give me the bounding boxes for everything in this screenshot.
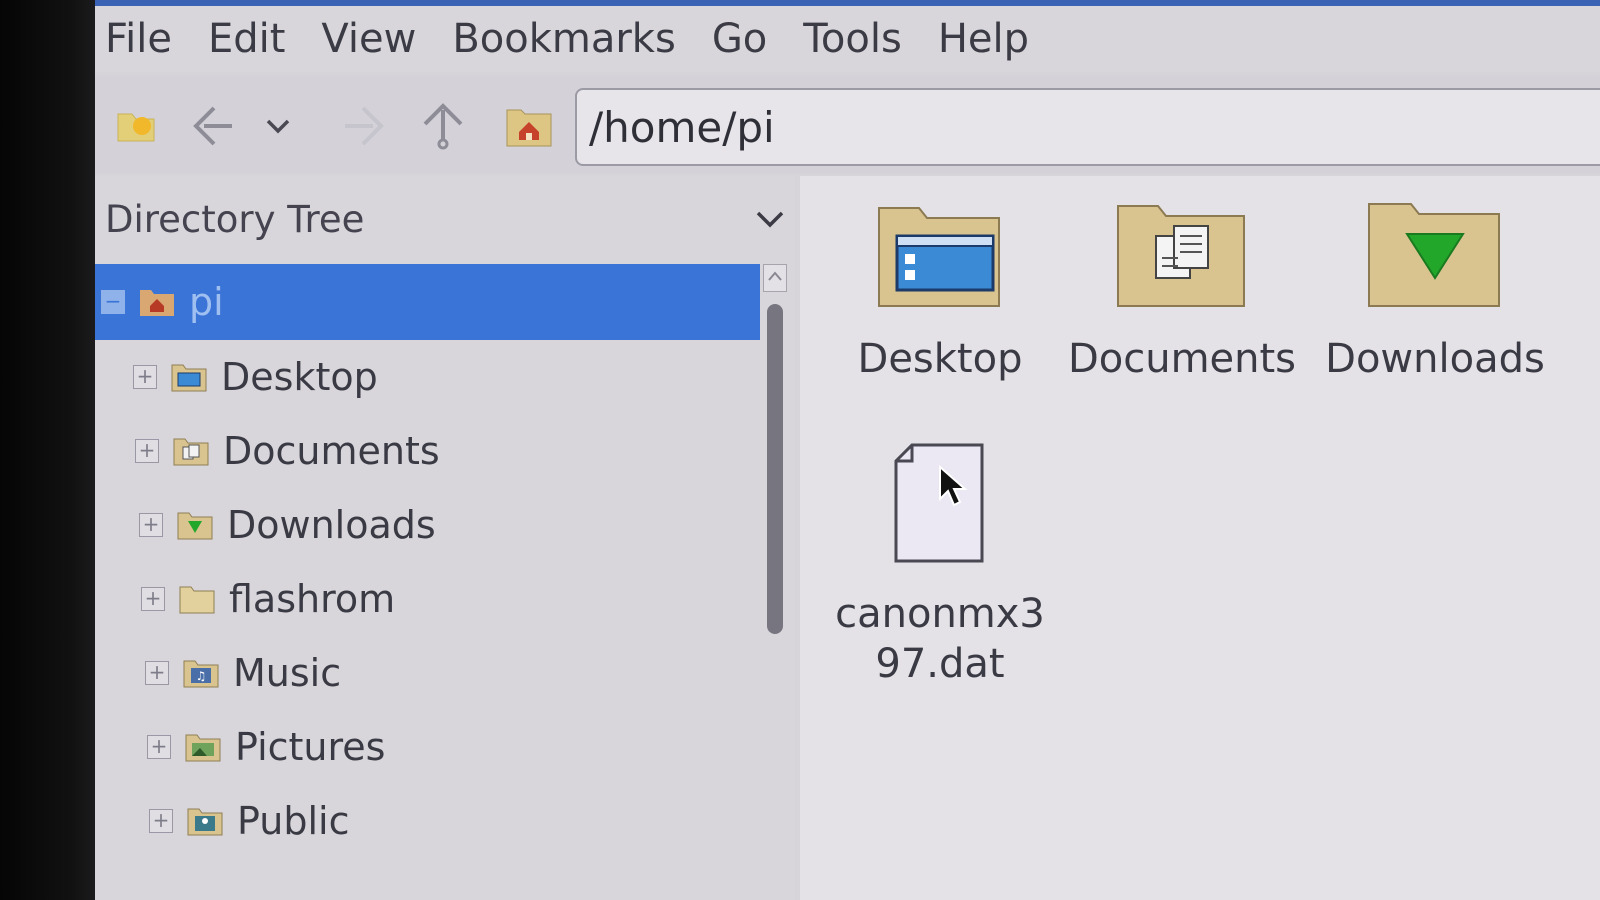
location-bar[interactable] <box>575 88 1600 166</box>
home-icon <box>506 109 552 147</box>
chevron-down-icon <box>266 119 290 134</box>
forward-arrow-icon <box>345 106 384 146</box>
expand-toggle[interactable]: + <box>141 587 165 611</box>
folder-icon <box>179 586 215 614</box>
file-manager-window: File Edit View Bookmarks Go Tools Help /… <box>95 0 1600 900</box>
tree-item-label: pi <box>189 280 224 324</box>
public-folder-icon <box>187 808 223 836</box>
up-button[interactable] <box>417 100 469 152</box>
file-item-label: Downloads <box>1325 336 1545 382</box>
home-folder-icon <box>140 290 174 316</box>
new-tab-button[interactable] <box>110 100 162 152</box>
file-item-label: Desktop <box>857 336 1023 382</box>
tree-item-flashrom[interactable]: + flashrom <box>95 562 760 636</box>
scroll-thumb[interactable] <box>767 304 783 634</box>
music-folder-icon: ♫ <box>183 660 219 688</box>
home-button[interactable] <box>503 100 555 152</box>
menu-go[interactable]: Go <box>694 16 785 62</box>
file-item-documents[interactable]: Documents <box>1062 196 1302 384</box>
expand-toggle[interactable]: + <box>145 661 169 685</box>
documents-folder-icon <box>1117 205 1245 307</box>
toolbar <box>95 76 1600 174</box>
new-folder-icon <box>117 113 155 142</box>
history-dropdown-button[interactable] <box>260 100 296 152</box>
menu-bar: File Edit View Bookmarks Go Tools Help <box>95 6 1600 72</box>
expand-toggle[interactable]: + <box>147 735 171 759</box>
file-item-desktop[interactable]: Desktop <box>820 198 1060 384</box>
menu-edit[interactable]: Edit <box>190 16 303 62</box>
side-pane-title: Directory Tree <box>105 197 365 241</box>
documents-folder-icon <box>173 438 209 466</box>
desktop-folder-icon <box>878 207 1000 307</box>
mouse-pointer-icon <box>939 465 968 507</box>
back-arrow-icon <box>193 106 232 146</box>
forward-button[interactable] <box>335 100 387 152</box>
chevron-down-icon <box>756 211 784 228</box>
up-arrow-icon <box>423 103 463 150</box>
tree-item-documents[interactable]: + Documents <box>95 414 760 488</box>
expand-toggle[interactable]: + <box>133 365 157 389</box>
downloads-folder-icon <box>1368 203 1500 307</box>
collapse-toggle[interactable]: − <box>101 290 125 314</box>
path-input[interactable] <box>577 101 1600 153</box>
expand-toggle[interactable]: + <box>149 809 173 833</box>
menu-view[interactable]: View <box>303 16 434 62</box>
monitor-bezel <box>0 0 100 900</box>
tree-item-label: Desktop <box>221 355 378 399</box>
tree-item-label: Pictures <box>235 725 386 769</box>
svg-text:♫: ♫ <box>196 669 207 683</box>
desktop-folder-icon <box>171 364 207 392</box>
tree-item-music[interactable]: + ♫ Music <box>95 636 760 710</box>
menu-tools[interactable]: Tools <box>785 16 920 62</box>
back-button[interactable] <box>190 100 242 152</box>
side-pane-selector[interactable]: Directory Tree <box>105 176 785 262</box>
directory-tree: − pi + Desktop + Documents + Downloads +… <box>95 264 760 858</box>
menu-file[interactable]: File <box>95 16 190 62</box>
scroll-up-button[interactable] <box>763 264 787 292</box>
tree-item-pictures[interactable]: + Pictures <box>95 710 760 784</box>
chevron-up-icon <box>768 271 782 281</box>
tree-item-label: Public <box>237 799 350 843</box>
expand-toggle[interactable]: + <box>139 513 163 537</box>
tree-item-label: Documents <box>223 429 440 473</box>
file-view: Desktop Documents Downloads canonmx397.d… <box>800 176 1600 900</box>
tree-item-label: Downloads <box>227 503 436 547</box>
file-item-label: Documents <box>1067 336 1297 382</box>
downloads-folder-icon <box>177 512 213 540</box>
tree-item-desktop[interactable]: + Desktop <box>95 340 760 414</box>
tree-item-label: Music <box>233 651 342 695</box>
menu-bookmarks[interactable]: Bookmarks <box>434 16 693 62</box>
expand-toggle[interactable]: + <box>135 439 159 463</box>
tree-scrollbar[interactable] <box>763 264 787 900</box>
file-item-downloads[interactable]: Downloads <box>1315 194 1555 384</box>
side-pane: Directory Tree − pi + Desktop + Document… <box>95 176 795 900</box>
file-item-label: canonmx397.dat <box>835 591 1045 687</box>
menu-help[interactable]: Help <box>920 16 1047 62</box>
tree-item-public[interactable]: + Public <box>95 784 760 858</box>
tree-item-label: flashrom <box>229 577 396 621</box>
pictures-folder-icon <box>185 734 221 762</box>
tree-item-pi[interactable]: − pi <box>95 264 760 340</box>
tree-item-downloads[interactable]: + Downloads <box>95 488 760 562</box>
